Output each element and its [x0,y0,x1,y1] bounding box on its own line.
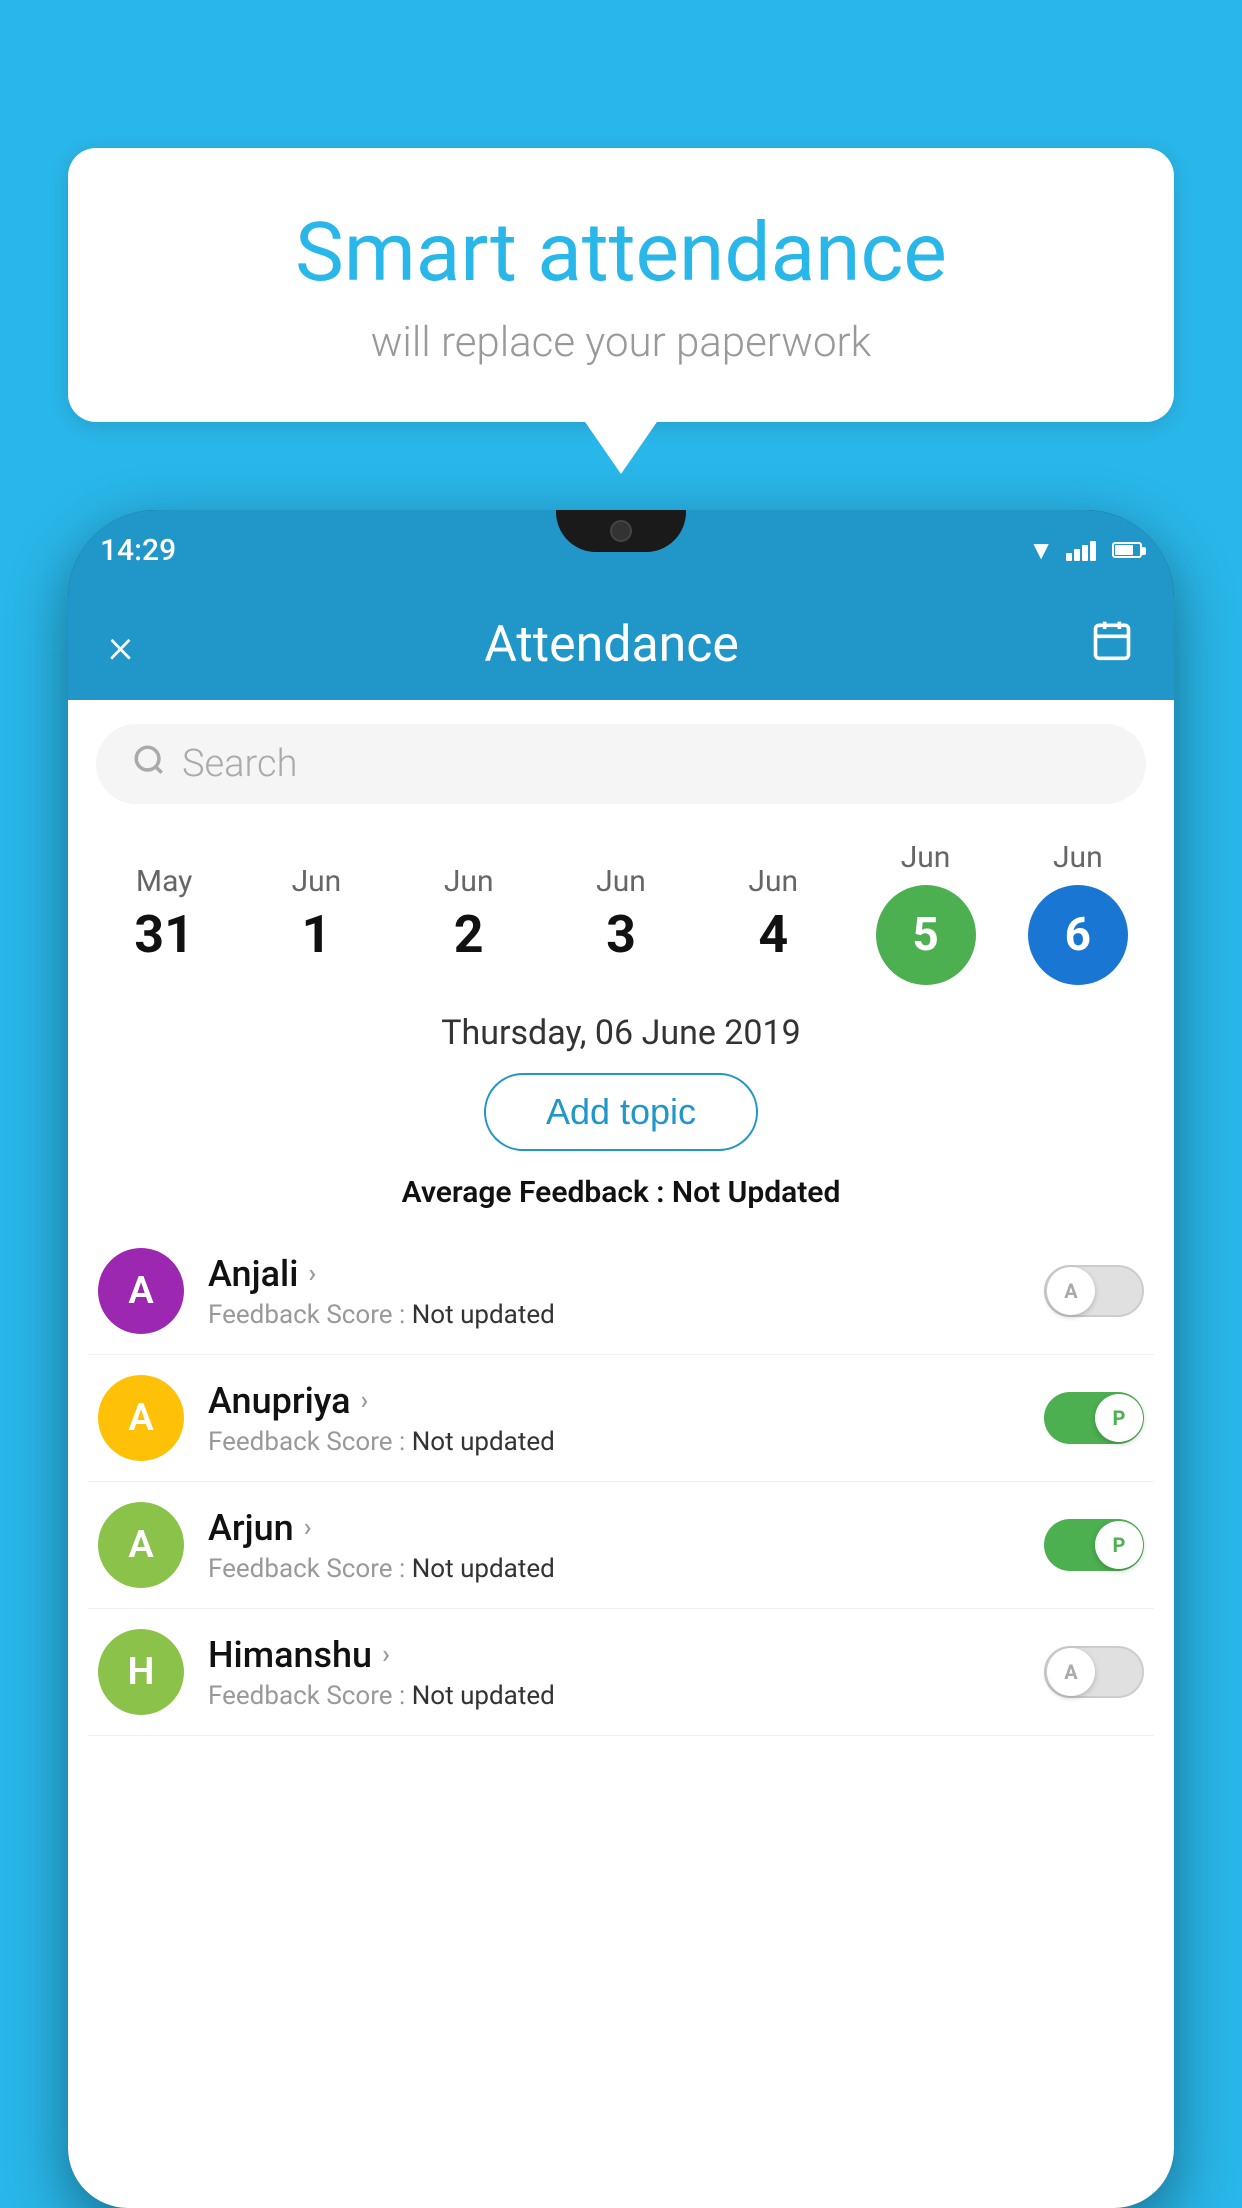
avg-feedback: Average Feedback : Not Updated [68,1169,1174,1228]
student-name-anupriya: Anupriya › [208,1380,1020,1422]
avatar-anupriya: A [98,1375,184,1461]
battery-icon [1112,542,1142,558]
student-info-himanshu: Himanshu › Feedback Score : Not updated [208,1634,1020,1711]
date-item-jun4[interactable]: Jun 4 [718,864,828,961]
app-header: × Attendance [68,590,1174,700]
add-topic-button[interactable]: Add topic [484,1073,758,1151]
student-item-anupriya[interactable]: A Anupriya › Feedback Score : Not update… [88,1355,1154,1482]
chevron-icon: › [304,1513,312,1543]
attendance-toggle-himanshu[interactable]: A [1044,1646,1144,1698]
date-item-jun3[interactable]: Jun 3 [566,864,676,961]
avatar-anjali: A [98,1248,184,1334]
date-month: Jun [901,840,951,875]
search-placeholder: Search [182,742,297,786]
date-month: Jun [1053,840,1103,875]
date-item-jun6[interactable]: Jun 6 [1023,840,1133,985]
date-item-jun5[interactable]: Jun 5 [871,840,981,985]
toggle-knob: P [1095,1394,1143,1442]
date-month: May [136,864,192,899]
date-number: 6 [1065,912,1091,958]
status-time: 14:29 [100,533,176,568]
avatar-himanshu: H [98,1629,184,1715]
phone-wrapper: 14:29 ▼ × [68,510,1174,2208]
student-name-arjun: Arjun › [208,1507,1020,1549]
student-feedback-arjun: Feedback Score : Not updated [208,1554,1020,1584]
date-number: 3 [606,909,636,961]
date-circle-blue: 6 [1028,885,1128,985]
attendance-toggle-anupriya[interactable]: P [1044,1392,1144,1444]
student-name-himanshu: Himanshu › [208,1634,1020,1676]
date-item-jun1[interactable]: Jun 1 [261,864,371,961]
avg-feedback-value: Not Updated [672,1175,840,1210]
student-item-himanshu[interactable]: H Himanshu › Feedback Score : Not update… [88,1609,1154,1736]
avatar-arjun: A [98,1502,184,1588]
toggle-knob: A [1047,1267,1095,1315]
date-month: Jun [292,864,342,899]
chevron-icon: › [382,1640,390,1670]
selected-date-label: Thursday, 06 June 2019 [68,995,1174,1063]
date-item-may31[interactable]: May 31 [109,864,219,961]
notch [556,510,686,552]
date-month: Jun [748,864,798,899]
search-icon [132,743,166,786]
avg-feedback-label: Average Feedback : [402,1175,665,1210]
date-month: Jun [596,864,646,899]
student-list: A Anjali › Feedback Score : Not updated … [68,1228,1174,1736]
bubble-title: Smart attendance [128,208,1114,298]
status-bar: 14:29 ▼ [68,510,1174,590]
search-bar[interactable]: Search [96,724,1146,804]
student-feedback-himanshu: Feedback Score : Not updated [208,1681,1020,1711]
chevron-icon: › [308,1259,316,1289]
student-item-anjali[interactable]: A Anjali › Feedback Score : Not updated … [88,1228,1154,1355]
phone-content: Search May 31 Jun 1 Jun 2 Jun 3 [68,700,1174,2208]
date-circle-green: 5 [876,885,976,985]
date-number: 1 [302,909,332,961]
bubble-subtitle: will replace your paperwork [128,318,1114,367]
student-name-anjali: Anjali › [208,1253,1020,1295]
date-number: 4 [758,909,788,961]
student-item-arjun[interactable]: A Arjun › Feedback Score : Not updated P [88,1482,1154,1609]
date-number: 31 [134,909,194,961]
date-month: Jun [444,864,494,899]
date-number: 5 [912,912,938,958]
speech-bubble-wrapper: Smart attendance will replace your paper… [68,148,1174,422]
student-info-arjun: Arjun › Feedback Score : Not updated [208,1507,1020,1584]
student-feedback-anjali: Feedback Score : Not updated [208,1300,1020,1330]
toggle-knob: P [1095,1521,1143,1569]
notch-camera [610,520,632,542]
date-item-jun2[interactable]: Jun 2 [414,864,524,961]
status-icons: ▼ [1028,535,1142,566]
attendance-toggle-anjali[interactable]: A [1044,1265,1144,1317]
speech-bubble: Smart attendance will replace your paper… [68,148,1174,422]
toggle-knob: A [1047,1648,1095,1696]
wifi-icon: ▼ [1028,535,1054,566]
chevron-icon: › [361,1386,369,1416]
close-button[interactable]: × [108,617,133,674]
student-info-anupriya: Anupriya › Feedback Score : Not updated [208,1380,1020,1457]
app-title: Attendance [484,616,739,674]
attendance-toggle-arjun[interactable]: P [1044,1519,1144,1571]
date-number: 2 [454,909,484,961]
signal-bars-icon [1066,539,1096,561]
student-info-anjali: Anjali › Feedback Score : Not updated [208,1253,1020,1330]
student-feedback-anupriya: Feedback Score : Not updated [208,1427,1020,1457]
date-strip: May 31 Jun 1 Jun 2 Jun 3 Jun 4 [68,820,1174,995]
phone-device: 14:29 ▼ × [68,510,1174,2208]
calendar-icon[interactable] [1090,618,1134,672]
